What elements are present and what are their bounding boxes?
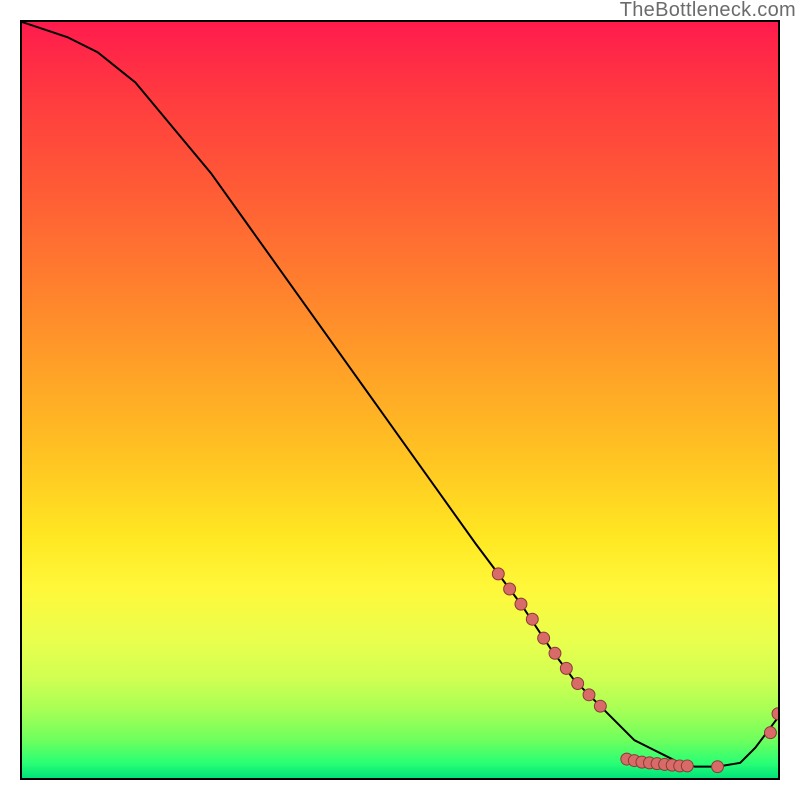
curve-line	[22, 22, 778, 767]
data-marker	[504, 583, 516, 595]
chart-svg	[22, 22, 778, 778]
data-marker	[515, 598, 527, 610]
markers-group	[492, 568, 778, 773]
plot-area	[20, 20, 780, 780]
data-marker	[772, 708, 778, 720]
data-marker	[583, 689, 595, 701]
data-marker	[492, 568, 504, 580]
chart-container: TheBottleneck.com	[0, 0, 800, 800]
data-marker	[560, 662, 572, 674]
data-marker	[549, 647, 561, 659]
data-marker	[764, 727, 776, 739]
data-marker	[526, 613, 538, 625]
watermark-text: TheBottleneck.com	[620, 0, 796, 22]
data-marker	[538, 632, 550, 644]
data-marker	[712, 761, 724, 773]
data-marker	[572, 678, 584, 690]
data-marker	[681, 760, 693, 772]
data-marker	[594, 700, 606, 712]
